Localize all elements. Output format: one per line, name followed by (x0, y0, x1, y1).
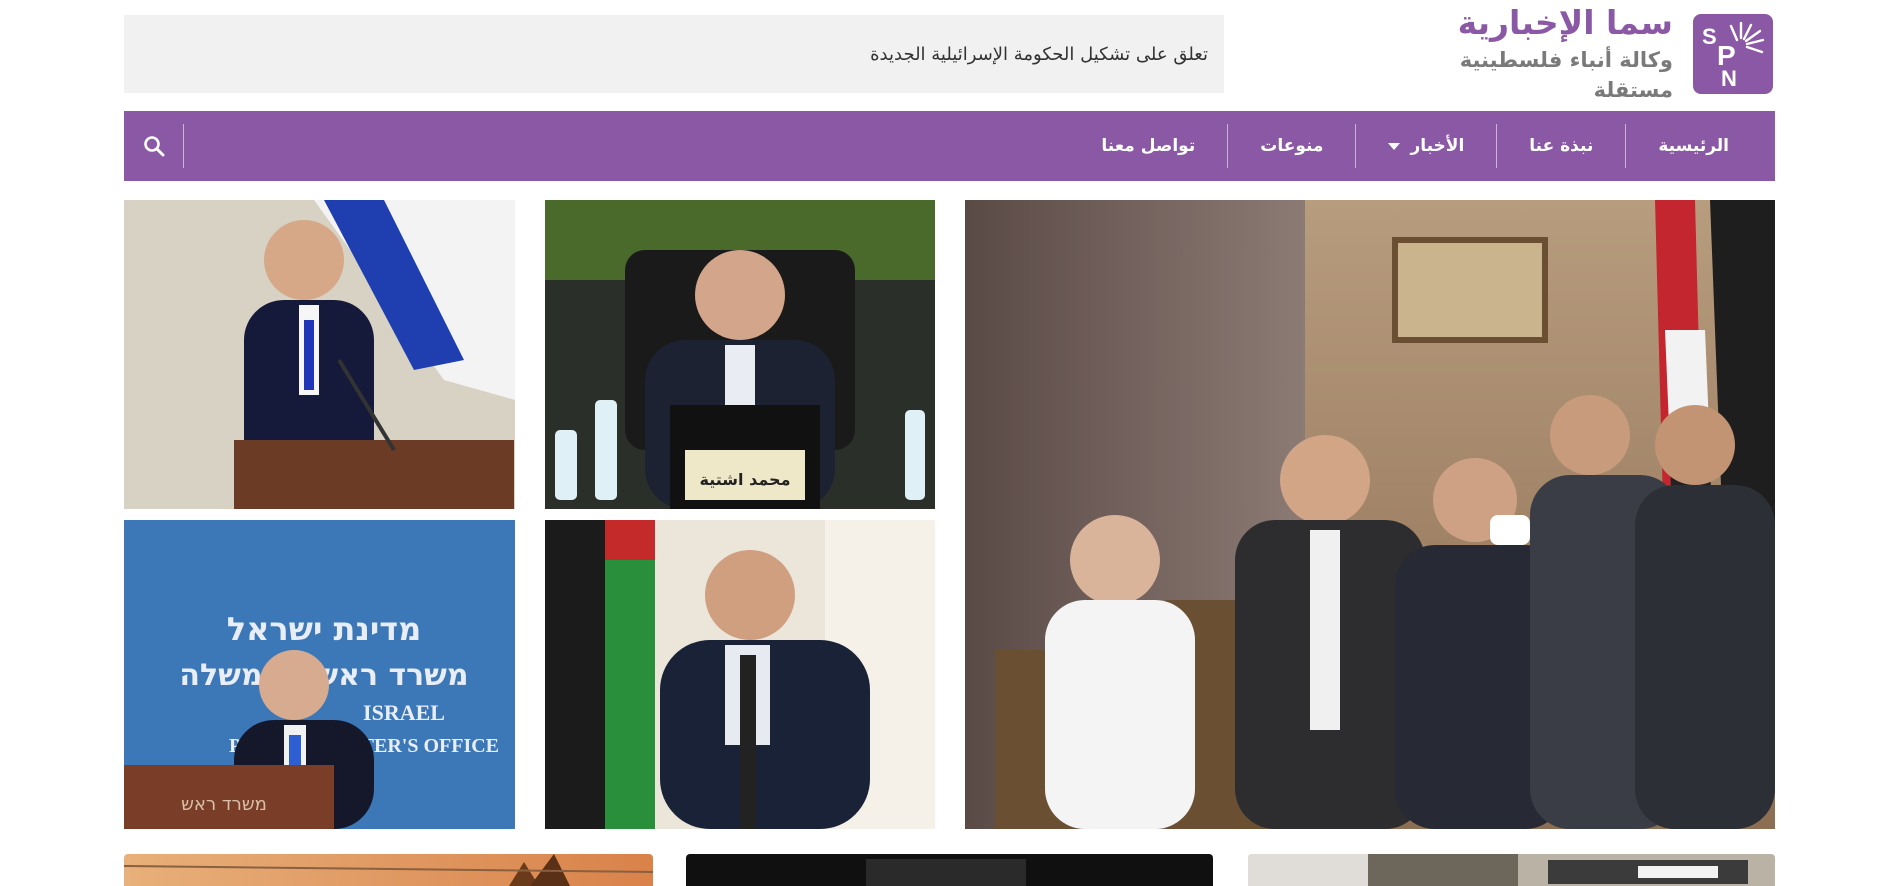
news-photo-shtayyeh[interactable]: محمد اشتية (545, 200, 935, 509)
news-card-photo[interactable] (124, 854, 653, 886)
nav-item-about[interactable]: نبذة عنا (1496, 124, 1625, 168)
news-ticker[interactable]: تعلق على تشكيل الحكومة الإسرائيلية الجدي… (124, 15, 1224, 93)
podium-text: משרד ראש (181, 794, 267, 815)
nav-items: الرئيسية نبذة عنا الأخبار منوعات تواصل م… (1069, 111, 1775, 181)
nameplate-text: محمد اشتية (700, 470, 791, 489)
nav-item-label: تواصل معنا (1101, 136, 1196, 156)
site-logo[interactable]: S P N سما الإخبارية وكالة أنباء فلسطينية… (1383, 3, 1773, 102)
news-photo-official[interactable] (545, 520, 935, 829)
news-photo-image: محمد اشتية (545, 200, 935, 509)
sign-english-line1: ISRAEL (363, 700, 445, 725)
nav-item-label: الأخبار (1410, 136, 1465, 156)
main-navbar: الرئيسية نبذة عنا الأخبار منوعات تواصل م… (124, 111, 1775, 181)
nav-item-contact[interactable]: تواصل معنا (1069, 124, 1227, 168)
site-subtitle: وكالة أنباء فلسطينية مستقلة (1459, 48, 1673, 102)
featured-photo-image (965, 200, 1775, 829)
logo-letter-n: N (1721, 66, 1737, 91)
news-photo-bennett[interactable] (124, 200, 515, 509)
search-button[interactable] (124, 124, 184, 168)
ticker-headline[interactable]: تعلق على تشكيل الحكومة الإسرائيلية الجدي… (870, 44, 1208, 65)
news-card-image (686, 854, 1213, 886)
nav-item-label: نبذة عنا (1529, 136, 1594, 156)
nav-item-home[interactable]: الرئيسية (1625, 124, 1761, 168)
search-icon (143, 136, 164, 157)
news-photo-netanyahu[interactable]: מדינת ישראל משרד ראש הממשלה ISRAEL PRIME… (124, 520, 515, 829)
sign-hebrew-line1: מדינת ישראל (227, 610, 422, 648)
news-photo-image: מדינת ישראל משרד ראש הממשלה ISRAEL PRIME… (124, 520, 515, 829)
featured-photo[interactable] (965, 200, 1775, 829)
news-photo-image (124, 200, 515, 509)
logo-text: سما الإخبارية وكالة أنباء فلسطينية مستقل… (1383, 3, 1673, 105)
news-card-photo[interactable] (1248, 854, 1775, 886)
site-title: سما الإخبارية (1457, 3, 1673, 42)
logo-letter-s: S (1702, 24, 1717, 49)
nav-item-news[interactable]: الأخبار (1355, 124, 1496, 168)
nav-item-label: الرئيسية (1658, 136, 1729, 156)
news-card-photo[interactable] (686, 854, 1213, 886)
news-card-image (124, 854, 653, 886)
sun-rays-icon (1729, 22, 1765, 54)
nav-item-misc[interactable]: منوعات (1227, 124, 1355, 168)
news-photo-image (545, 520, 935, 829)
news-card-image (1248, 854, 1775, 886)
nav-item-label: منوعات (1260, 136, 1324, 156)
chevron-down-icon (1388, 142, 1401, 150)
logo-mark-icon: S P N (1693, 14, 1773, 94)
